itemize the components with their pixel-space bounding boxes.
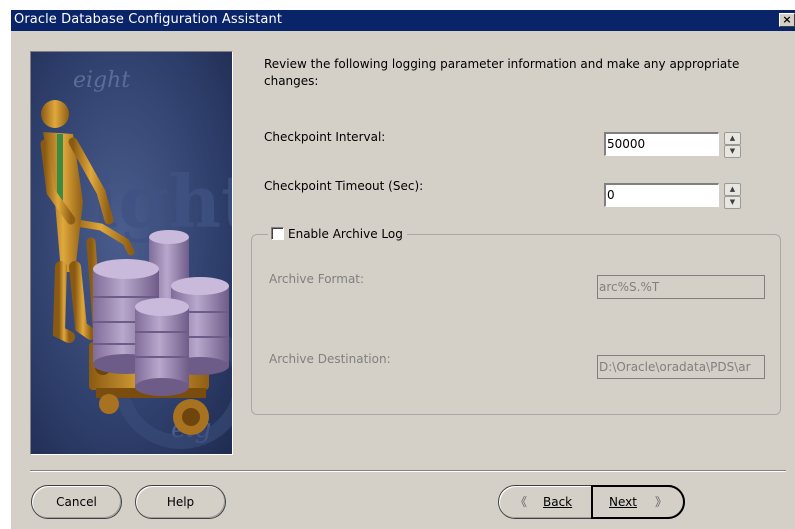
checkpoint-interval-label: Checkpoint Interval: xyxy=(264,130,386,144)
spinner-up-arrow-icon[interactable]: ▲ xyxy=(724,132,741,145)
double-chevron-right-icon: 》 xyxy=(655,495,668,509)
next-button[interactable]: Next 》 xyxy=(591,485,685,519)
archive-log-group xyxy=(251,234,781,415)
back-button[interactable]: 《 Back xyxy=(499,486,591,518)
wizard-illustration: eight ight eig xyxy=(30,51,233,455)
enable-archive-log-label: Enable Archive Log xyxy=(288,227,403,241)
checkpoint-timeout-label: Checkpoint Timeout (Sec): xyxy=(264,179,424,193)
archive-destination-input[interactable]: D:\Oracle\oradata\PDS\ar xyxy=(597,355,765,379)
watermark-text: eight xyxy=(73,68,130,93)
cancel-button[interactable]: Cancel xyxy=(31,485,122,519)
archive-format-label: Archive Format: xyxy=(269,272,365,286)
double-chevron-left-icon: 《 xyxy=(515,495,528,509)
close-icon[interactable]: × xyxy=(779,13,795,27)
spinner-down-arrow-icon[interactable]: ▼ xyxy=(724,196,741,209)
next-button-label: Next xyxy=(609,495,637,509)
footer-separator xyxy=(30,470,786,472)
help-button[interactable]: Help xyxy=(135,485,226,519)
instructions-text: Review the following logging parameter i… xyxy=(264,57,740,88)
archive-destination-label: Archive Destination: xyxy=(269,352,391,366)
dialog-window: Oracle Database Configuration Assistant … xyxy=(11,10,795,529)
spinner-down-arrow-icon[interactable]: ▼ xyxy=(724,145,741,158)
navigation-button-group: 《 Back Next 》 xyxy=(498,485,685,519)
spinner-up-arrow-icon[interactable]: ▲ xyxy=(724,183,741,196)
checkpoint-interval-input[interactable]: 50000 xyxy=(604,132,719,156)
checkpoint-timeout-input[interactable]: 0 xyxy=(604,183,719,207)
title-bar[interactable]: Oracle Database Configuration Assistant … xyxy=(11,10,795,31)
archive-format-input[interactable]: arc%S.%T xyxy=(597,275,765,299)
checkbox-icon[interactable] xyxy=(271,227,284,240)
checkpoint-timeout-spinner: ▲ ▼ xyxy=(724,183,741,209)
back-button-label: Back xyxy=(543,495,573,509)
window-title: Oracle Database Configuration Assistant xyxy=(14,12,283,27)
illustration-graphic: eight ight eig xyxy=(31,52,232,454)
checkpoint-interval-spinner: ▲ ▼ xyxy=(724,132,741,158)
enable-archive-log-checkbox[interactable]: Enable Archive Log xyxy=(268,227,407,243)
